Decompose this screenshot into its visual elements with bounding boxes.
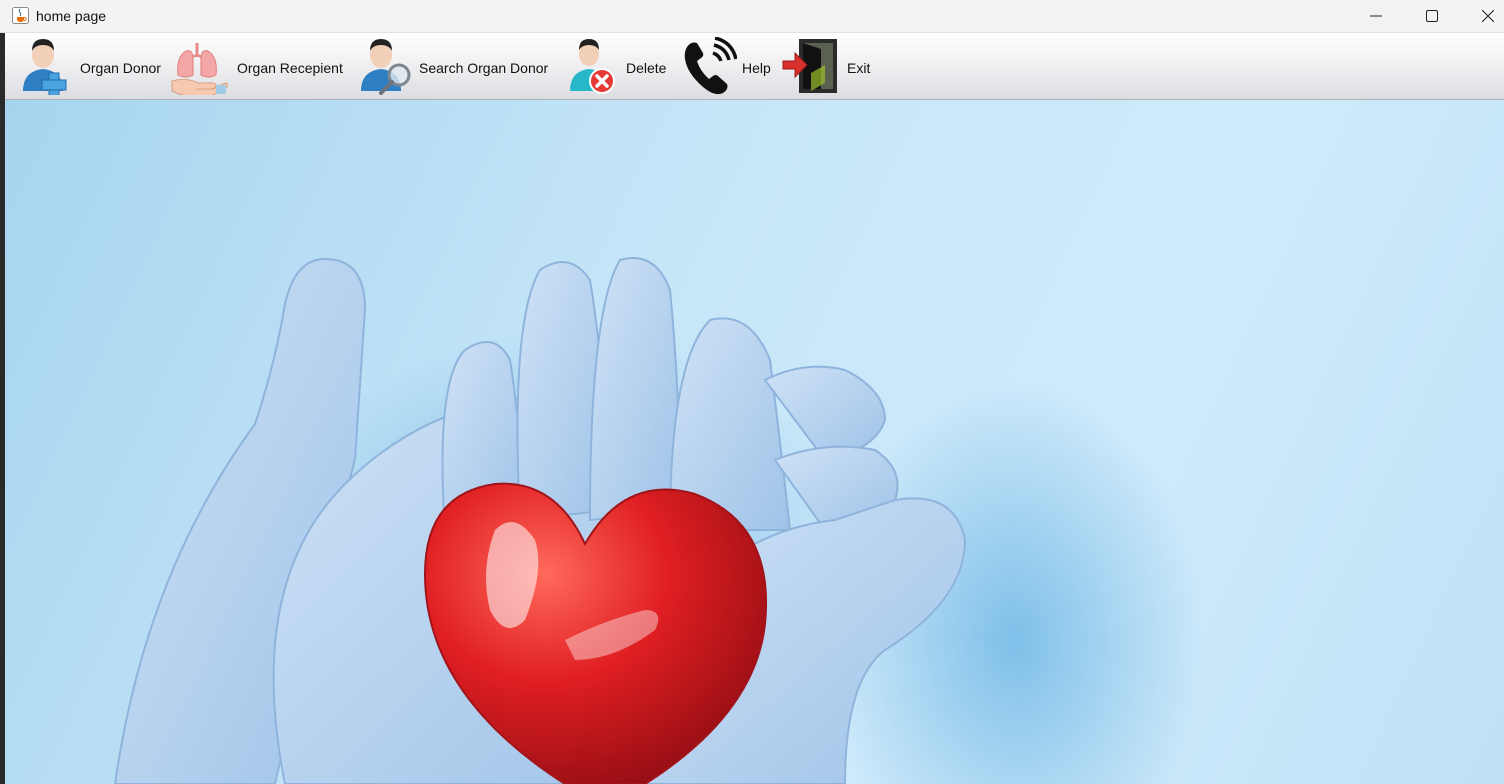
exit-button[interactable]: Exit [781, 33, 873, 99]
organ-donor-button[interactable]: Organ Donor [19, 33, 165, 99]
delete-user-icon [570, 39, 615, 94]
window-title: home page [36, 8, 107, 24]
add-user-icon [23, 39, 67, 95]
organ-recepient-button[interactable]: Organ Recepient [170, 33, 348, 99]
lungs-hand-icon [171, 43, 228, 95]
maximize-icon [1426, 10, 1438, 22]
exit-door-icon [782, 39, 837, 93]
java-app-icon [12, 7, 29, 24]
exit-label: Exit [847, 60, 871, 76]
organ-recepient-label: Organ Recepient [237, 60, 343, 76]
delete-button[interactable]: Delete [562, 33, 670, 99]
toolbar: Organ Donor Organ Recepient Search Organ… [5, 33, 1504, 100]
help-label: Help [742, 60, 771, 76]
title-bar: home page [0, 0, 1504, 33]
background-image [5, 100, 1504, 784]
delete-label: Delete [626, 60, 667, 76]
minimize-button[interactable] [1348, 0, 1404, 32]
close-button[interactable] [1460, 0, 1504, 32]
help-button[interactable]: Help [679, 33, 775, 99]
gloved-hands-heart-image [113, 257, 967, 784]
organ-donor-label: Organ Donor [80, 60, 161, 76]
search-organ-donor-button[interactable]: Search Organ Donor [357, 33, 553, 99]
search-user-icon [361, 39, 411, 95]
maximize-button[interactable] [1404, 0, 1460, 32]
minimize-icon [1370, 15, 1382, 17]
close-icon [1482, 10, 1494, 22]
phone-icon [684, 37, 737, 95]
search-organ-donor-label: Search Organ Donor [419, 60, 549, 76]
